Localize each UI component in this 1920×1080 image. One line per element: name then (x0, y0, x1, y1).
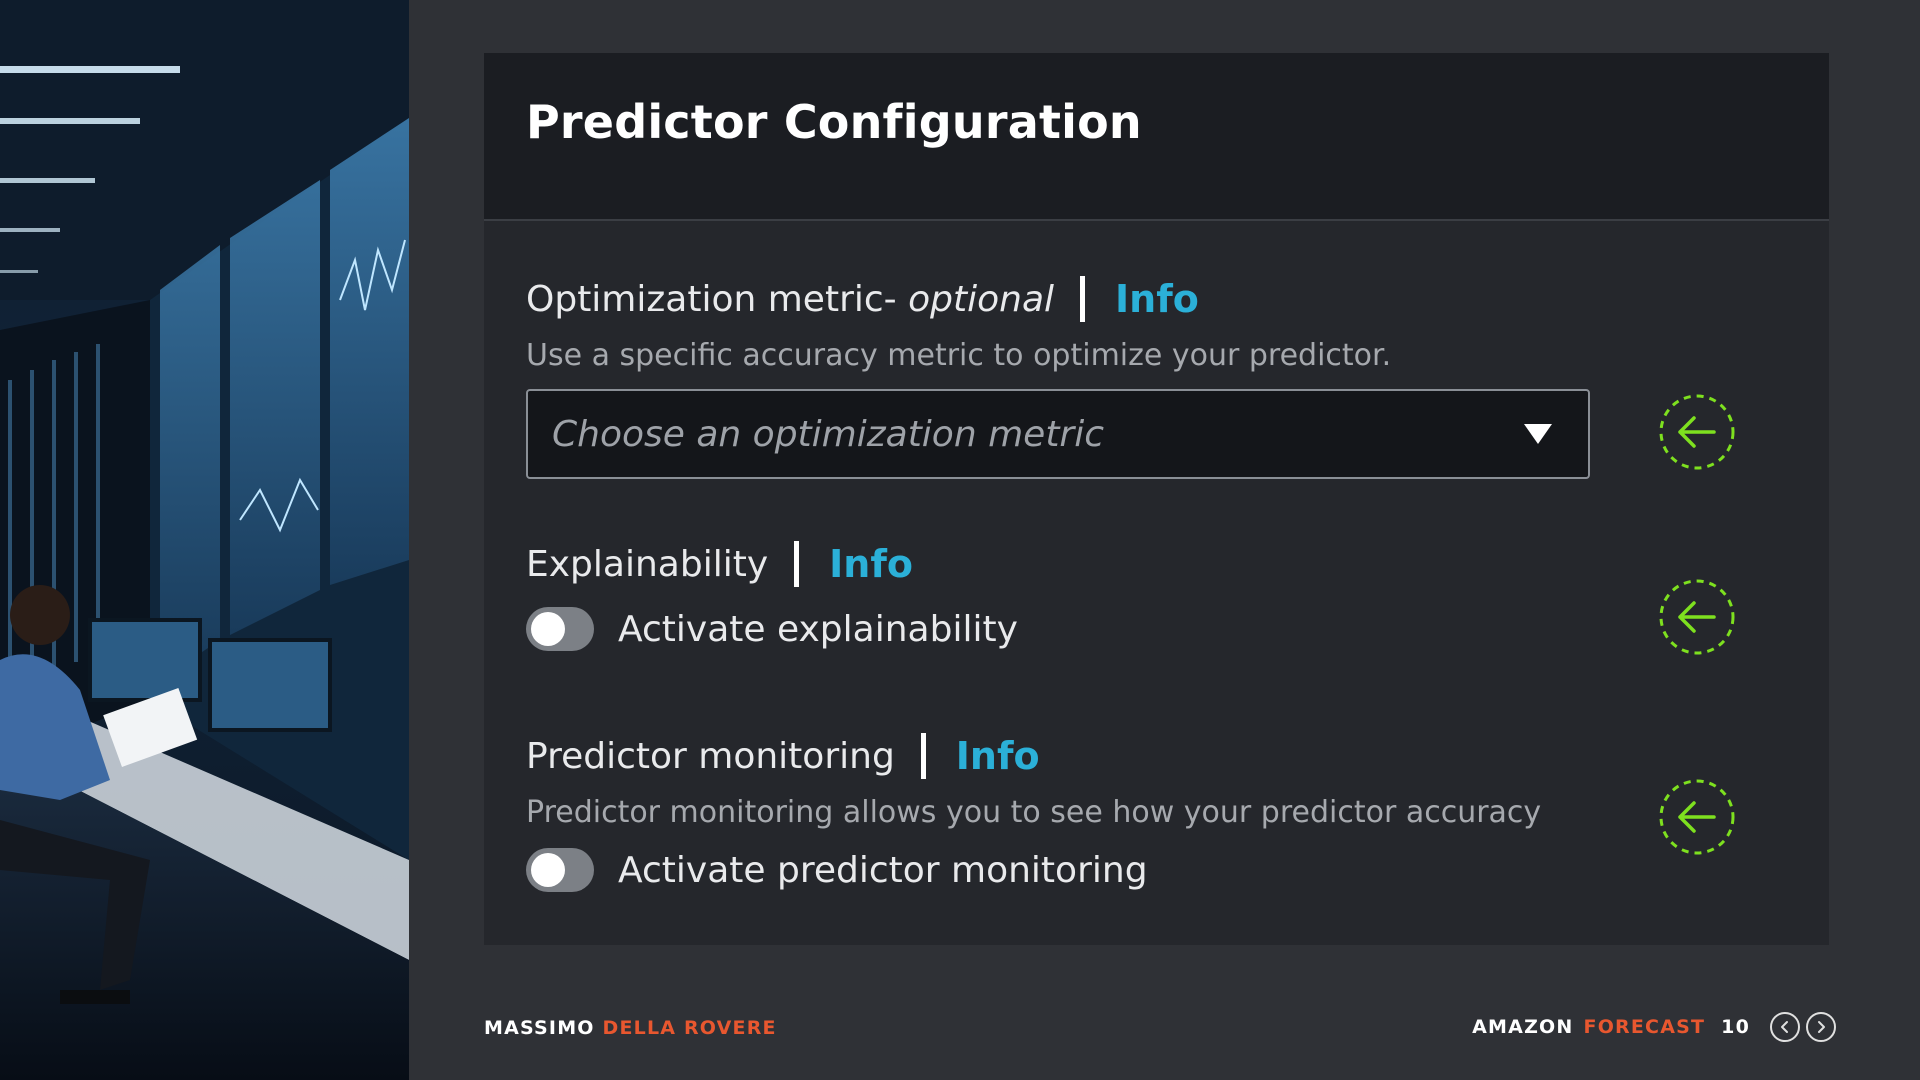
product-first: AMAZON (1472, 1016, 1574, 1038)
page-number: 10 (1721, 1016, 1750, 1038)
optimization-metric-label: Optimization metric- optional (526, 278, 1055, 320)
predictor-monitoring-section: Predictor monitoring Info Predictor moni… (526, 733, 1541, 892)
author-first-name: MASSIMO (484, 1017, 595, 1039)
card-header: Predictor Configuration (484, 53, 1829, 221)
explainability-toggle[interactable] (526, 607, 594, 651)
chevron-right-icon (1818, 1021, 1825, 1033)
caret-down-icon (1524, 424, 1552, 444)
chevron-left-icon (1781, 1021, 1788, 1033)
label-divider (794, 541, 800, 587)
explainability-label: Explainability (526, 543, 769, 585)
predictor-monitoring-label: Predictor monitoring (526, 735, 895, 777)
previous-slide-button[interactable] (1770, 1012, 1800, 1042)
slide: Predictor Configuration Optimization met… (0, 0, 1920, 1080)
predictor-configuration-card: Predictor Configuration Optimization met… (484, 53, 1829, 945)
explainability-info-link[interactable]: Info (829, 542, 913, 586)
monitoring-info-link[interactable]: Info (956, 734, 1040, 778)
card-title: Predictor Configuration (526, 95, 1142, 149)
optimization-metric-select[interactable]: Choose an optimization metric (526, 389, 1590, 479)
toggle-knob (531, 853, 565, 887)
monitoring-toggle-label: Activate predictor monitoring (618, 849, 1148, 891)
arrow-left-dashed-circle-icon (1658, 778, 1736, 856)
label-divider (1080, 276, 1086, 322)
optimization-info-link[interactable]: Info (1115, 277, 1199, 321)
label-divider (920, 733, 926, 779)
optimization-metric-section: Optimization metric- optional Info Use a… (526, 276, 1590, 479)
optional-tag: optional (908, 278, 1055, 320)
next-slide-button[interactable] (1806, 1012, 1836, 1042)
explainability-section: Explainability Info Activate explainabil… (526, 541, 1018, 651)
explainability-toggle-label: Activate explainability (618, 608, 1018, 650)
arrow-left-dashed-circle-icon (1658, 393, 1736, 471)
select-placeholder: Choose an optimization metric (552, 413, 1105, 455)
monitoring-description: Predictor monitoring allows you to see h… (526, 795, 1542, 830)
author-last-name: DELLA ROVERE (602, 1017, 777, 1039)
footer-product: AMAZON FORECAST 10 (1472, 1012, 1836, 1042)
product-last: FORECAST (1583, 1016, 1706, 1038)
optimization-description: Use a specific accuracy metric to optimi… (526, 338, 1392, 373)
footer-author: MASSIMO DELLA ROVERE (484, 1017, 777, 1039)
toggle-knob (531, 612, 565, 646)
arrow-left-dashed-circle-icon (1658, 578, 1736, 656)
server-room-illustration (0, 0, 409, 1080)
monitoring-toggle[interactable] (526, 848, 594, 892)
